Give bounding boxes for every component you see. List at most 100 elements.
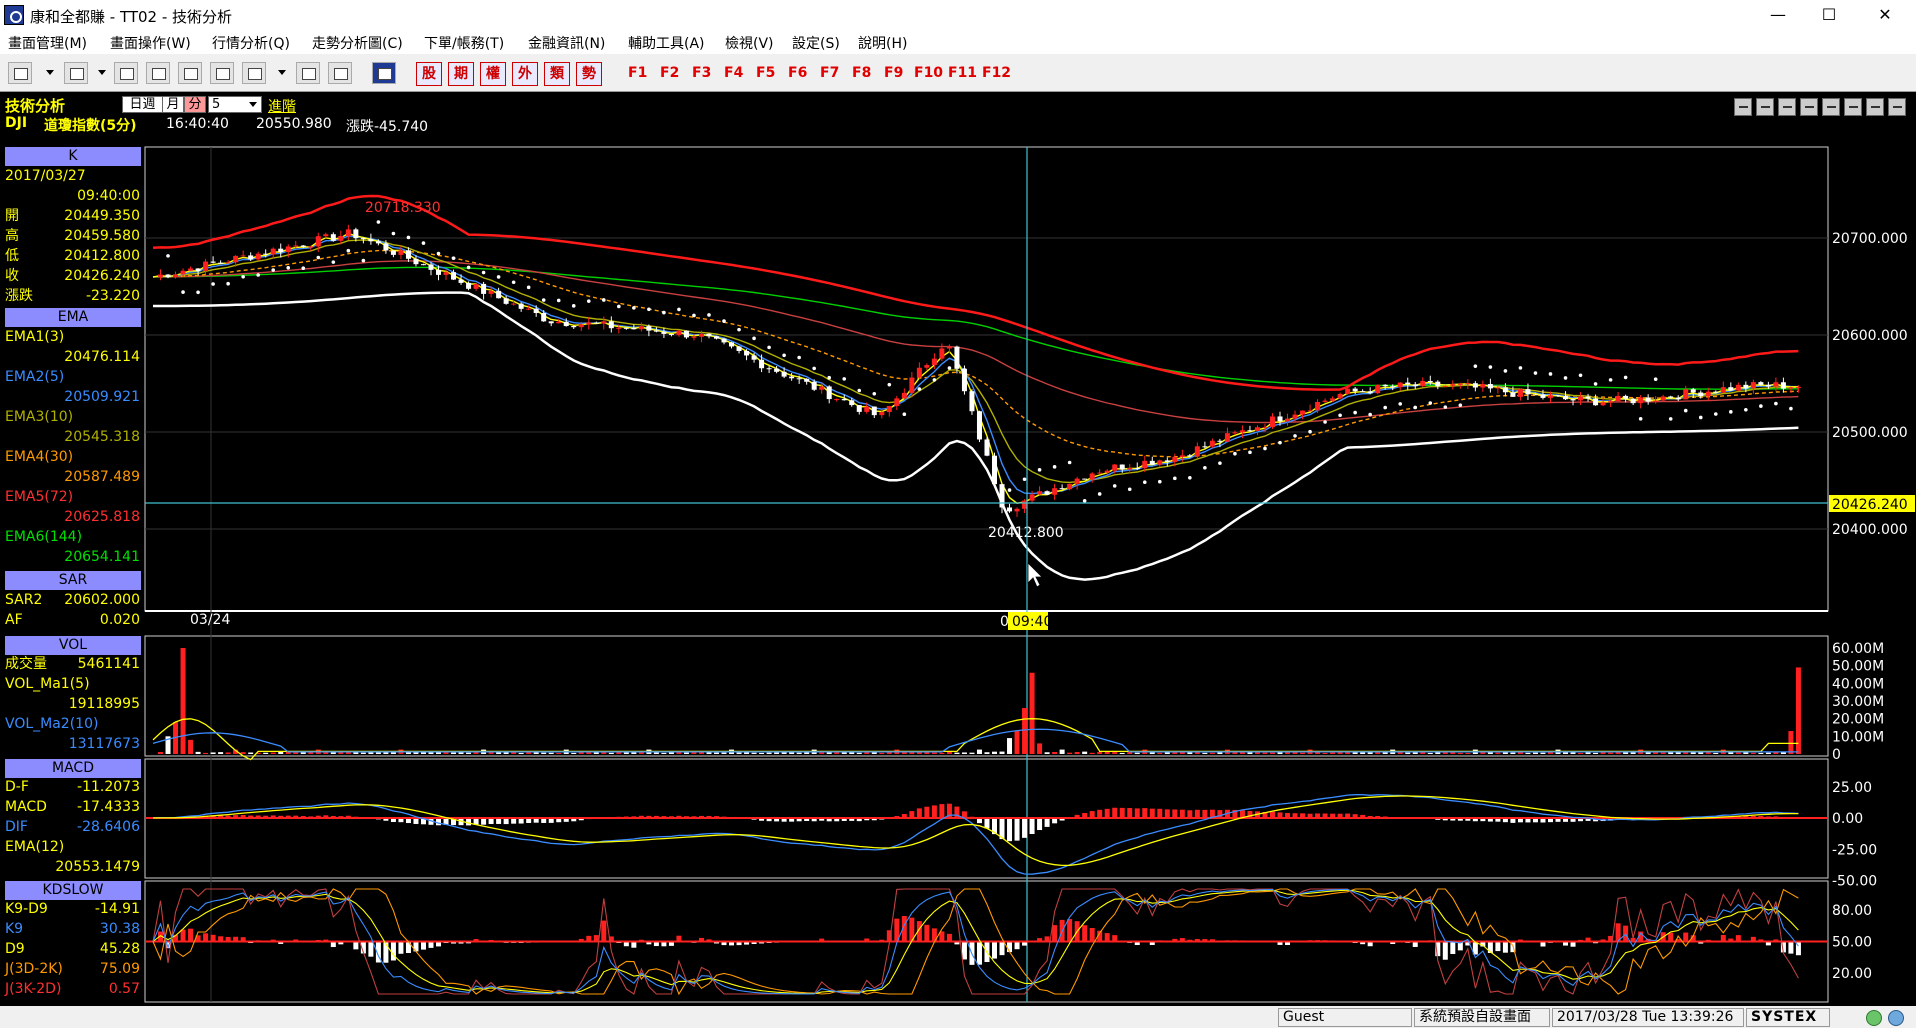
- low-price-label: 20412.800: [988, 525, 1064, 541]
- candle-body: [571, 326, 577, 328]
- candle-body: [1547, 395, 1553, 398]
- candle-body: [856, 405, 862, 412]
- volume-bar: [1405, 752, 1411, 754]
- candle-body: [563, 321, 569, 327]
- vol-ma2-label: VOL_Ma2(10): [5, 716, 99, 732]
- kd-hist-bar: [420, 941, 426, 950]
- candle-body: [1405, 382, 1411, 385]
- candle-body: [428, 264, 434, 270]
- kd-hist-bar: [188, 928, 194, 942]
- sar-dot: [1353, 410, 1357, 415]
- macd-hist-bar: [1022, 818, 1028, 838]
- volume-bar: [608, 752, 614, 754]
- sar-dot: [1173, 476, 1177, 481]
- kd-hist-bar: [1450, 941, 1456, 954]
- k-change-value: -23.220: [85, 288, 140, 304]
- candle-body: [518, 303, 524, 309]
- candle-body: [744, 350, 750, 356]
- d9-label: D9: [5, 941, 25, 957]
- candle-body: [1337, 393, 1343, 399]
- volume-bar: [1082, 751, 1088, 754]
- candle-body: [293, 245, 299, 247]
- volume-bar: [992, 751, 997, 754]
- vol-ma1-value: 19118995: [68, 696, 140, 712]
- candle-body: [158, 274, 164, 277]
- volume-bar: [939, 752, 945, 754]
- volume-axis-label: 60.00M: [1832, 641, 1884, 657]
- sar-dot: [496, 275, 501, 279]
- status-datetime: 2017/03/28 Tue 13:39:26: [1552, 1008, 1744, 1027]
- volume-bar: [1269, 752, 1275, 754]
- sar-dot: [1653, 377, 1658, 382]
- sar-dot: [1263, 446, 1267, 451]
- sar-dot: [1623, 375, 1628, 380]
- kd-hist-bar: [1089, 927, 1095, 942]
- candle-body: [1555, 395, 1561, 397]
- macd-hist-bar: [481, 818, 487, 825]
- volume-bar: [916, 752, 922, 754]
- volume-bar: [1495, 752, 1501, 754]
- sar-dot: [1578, 373, 1583, 378]
- macd-df-value: -11.2073: [77, 779, 140, 795]
- k-close-value: 20426.240: [64, 268, 140, 284]
- macd-hist-bar: [924, 806, 930, 818]
- candle-body: [992, 455, 997, 485]
- app-window: 康和全都賺 - TT02 - 技術分析 — ☐ ✕ 畫面管理(M) 畫面操作(W…: [0, 0, 1916, 1028]
- candle-body: [1713, 391, 1719, 393]
- sar-dot: [632, 306, 636, 310]
- k-high-label: 高: [5, 228, 19, 244]
- k9-value: 30.38: [99, 921, 140, 937]
- volume-bar: [1104, 751, 1110, 754]
- candle-body: [1382, 384, 1388, 387]
- sar-dot: [1443, 405, 1448, 409]
- ema5-value: 20625.818: [64, 509, 140, 525]
- volume-bar: [1112, 752, 1118, 754]
- candle-body: [1097, 472, 1103, 474]
- sar-dot: [361, 258, 366, 263]
- candle-body: [601, 321, 607, 324]
- candle-body: [1397, 382, 1403, 388]
- volume-bar: [766, 752, 772, 754]
- candle-body: [721, 338, 727, 343]
- candle-body: [894, 398, 900, 407]
- sar-dot: [767, 345, 771, 350]
- sar-dot: [331, 260, 336, 264]
- sar-dot: [902, 412, 907, 417]
- candle-body: [308, 246, 314, 248]
- candle-body: [1630, 398, 1636, 404]
- candle-body: [1442, 385, 1448, 387]
- macd-hist-bar: [1007, 818, 1013, 842]
- kd-hist-bar: [601, 920, 607, 942]
- macd-hist-bar: [1194, 809, 1200, 818]
- sar-dot: [556, 298, 561, 303]
- sar-dot: [1413, 405, 1418, 410]
- volume-bar: [1765, 752, 1771, 754]
- ema3-line: [152, 239, 1799, 484]
- chart-canvas[interactable]: 20700.000 20600.000 20500.000 20400.000 2071…: [0, 0, 1916, 1006]
- k-open-label: 開: [5, 208, 19, 224]
- volume-bar: [248, 752, 254, 754]
- macd-signal-line: [152, 795, 1799, 867]
- cursor-prefix: 0: [1000, 614, 1009, 630]
- k-low-value: 20412.800: [64, 248, 140, 264]
- volume-bar: [586, 752, 592, 754]
- candle-body: [1743, 384, 1749, 389]
- macd-hist-bar: [909, 811, 915, 818]
- volume-bar: [1007, 738, 1013, 754]
- macd-value: -17.4333: [77, 799, 140, 815]
- candle-body: [924, 365, 930, 368]
- candle-body: [1450, 384, 1456, 386]
- sar-dot: [617, 304, 621, 309]
- kd-hist-bar: [1052, 925, 1058, 942]
- candle-body: [638, 326, 644, 330]
- candle-body: [1660, 396, 1666, 401]
- candle-body: [353, 229, 359, 239]
- volume-bar: [931, 752, 937, 754]
- candle-body: [1480, 384, 1486, 388]
- volume-bar: [203, 752, 209, 754]
- volume-bar: [1735, 752, 1741, 754]
- candle-body: [1224, 433, 1230, 442]
- volume-axis-label: 20.00M: [1832, 712, 1884, 728]
- candle-body: [1367, 391, 1373, 394]
- volume-bar: [819, 752, 825, 754]
